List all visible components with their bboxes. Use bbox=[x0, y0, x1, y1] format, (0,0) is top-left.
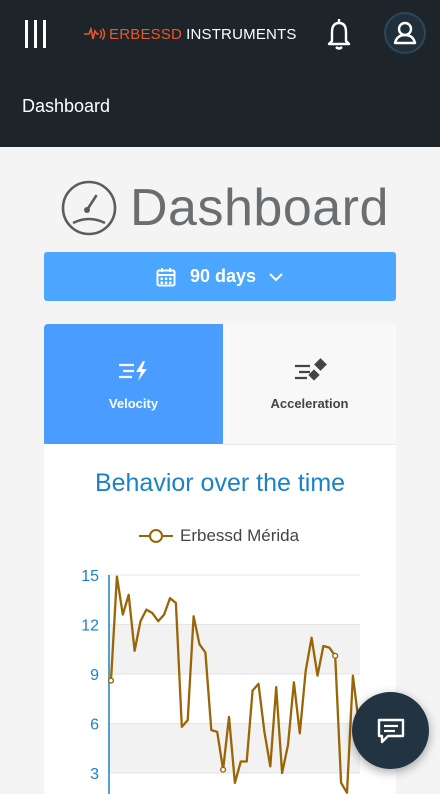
velocity-icon bbox=[118, 360, 147, 381]
brand-logo[interactable]: ERBESSD INSTRUMENTS bbox=[84, 22, 297, 46]
date-range-label: 90 days bbox=[189, 266, 257, 286]
chat-button[interactable] bbox=[352, 692, 429, 769]
y-tick-label: 9 bbox=[90, 667, 99, 684]
tab-acceleration-label: Acceleration bbox=[270, 395, 349, 411]
data-point bbox=[107, 677, 115, 684]
y-tick-label: 12 bbox=[81, 618, 99, 635]
breadcrumb-title: Dashboard bbox=[22, 96, 111, 116]
legend-line-marker-icon bbox=[139, 529, 173, 543]
chart-legend[interactable]: Erbessd Mérida bbox=[139, 524, 299, 548]
menu-button[interactable] bbox=[18, 14, 54, 54]
metrics-card: Velocity Acceleration Behavior over the … bbox=[44, 324, 396, 794]
hamburger-icon bbox=[25, 20, 46, 48]
chevron-down-icon bbox=[269, 272, 283, 281]
breadcrumb-bar: Dashboard bbox=[0, 68, 440, 147]
user-icon bbox=[393, 21, 417, 45]
legend-series-name: Erbessd Mérida bbox=[180, 526, 300, 545]
chat-icon bbox=[377, 718, 404, 743]
brand-name: ERBESSD bbox=[109, 25, 183, 43]
tab-velocity[interactable]: Velocity bbox=[44, 324, 223, 444]
page-title: Dashboard bbox=[130, 179, 389, 237]
bell-icon bbox=[327, 19, 351, 50]
data-point bbox=[220, 766, 227, 773]
acceleration-icon bbox=[294, 357, 327, 381]
gauge-icon bbox=[61, 180, 117, 236]
top-navbar: ERBESSD INSTRUMENTS bbox=[0, 0, 440, 68]
notifications-button[interactable] bbox=[320, 14, 358, 54]
y-tick-label: 15 bbox=[81, 568, 99, 585]
pulse-icon bbox=[84, 27, 106, 40]
tab-velocity-label: Velocity bbox=[108, 395, 159, 411]
calendar-icon bbox=[156, 267, 176, 286]
y-tick-label: 3 bbox=[90, 766, 99, 783]
brand-suffix: INSTRUMENTS bbox=[186, 25, 297, 43]
user-avatar-button[interactable] bbox=[386, 14, 424, 52]
y-tick-label: 6 bbox=[90, 717, 99, 734]
date-range-dropdown[interactable]: 90 days bbox=[44, 252, 396, 301]
data-point bbox=[332, 652, 339, 659]
velocity-line-chart: 15 12 9 6 3 bbox=[81, 568, 360, 794]
tab-acceleration[interactable]: Acceleration bbox=[223, 324, 396, 445]
page-header: Dashboard bbox=[60, 178, 389, 238]
chart-title: Behavior over the time bbox=[94, 469, 346, 497]
